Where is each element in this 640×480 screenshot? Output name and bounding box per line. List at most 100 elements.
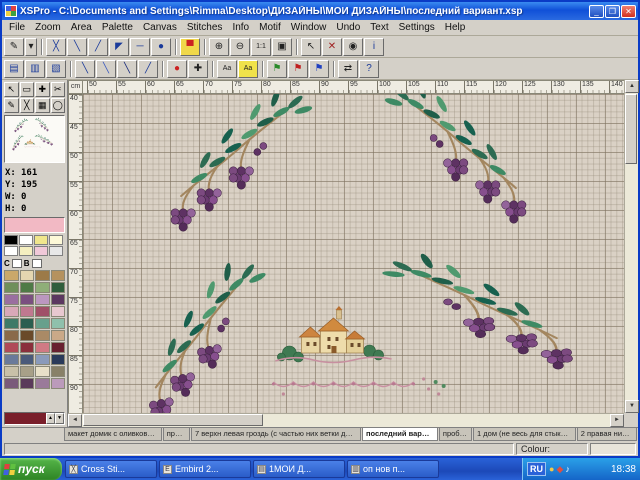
pattern-tab-6[interactable]: 1 дом (не весь для стыковки) — [473, 428, 576, 441]
cut-tool[interactable]: ✂ — [51, 82, 66, 97]
horizontal-scroll-thumb[interactable] — [83, 414, 263, 426]
palette-swatch[interactable] — [51, 354, 66, 365]
palette-swatch[interactable] — [20, 294, 35, 305]
palette-swatch[interactable] — [35, 306, 50, 317]
palette-swatch[interactable] — [49, 246, 63, 256]
full-stitch-tool[interactable]: ╳ — [46, 38, 66, 56]
minimize-button[interactable]: _ — [589, 5, 604, 18]
motif-mirror[interactable]: ▧ — [46, 60, 66, 78]
palette-swatch[interactable] — [35, 354, 50, 365]
delete-tool[interactable]: ✕ — [322, 38, 342, 56]
palette-swatch[interactable] — [20, 318, 35, 329]
language-indicator[interactable]: RU — [527, 462, 546, 476]
thread-style-1[interactable]: ╲ — [75, 60, 95, 78]
palette-swatch[interactable] — [20, 378, 35, 389]
menu-file[interactable]: File — [4, 21, 30, 34]
palette-swatch[interactable] — [35, 282, 50, 293]
palette-swatch[interactable] — [4, 330, 19, 341]
menu-info[interactable]: Info — [227, 21, 254, 34]
palette-swatch[interactable] — [4, 270, 19, 281]
quarter-stitch-tool[interactable]: ╱ — [88, 38, 108, 56]
palette-swatch[interactable] — [19, 235, 33, 245]
taskbar-task[interactable]: ▤1МОИ Д... — [253, 460, 345, 478]
palette-swatch[interactable] — [51, 270, 66, 281]
palette-swatch[interactable] — [4, 318, 19, 329]
french-knot-tool[interactable]: ● — [151, 38, 171, 56]
menu-stitches[interactable]: Stitches — [182, 21, 228, 34]
taskbar-task[interactable]: ▥оп нов п... — [347, 460, 439, 478]
zoom-actual-tool[interactable]: 1:1 — [251, 38, 271, 56]
draw-tool[interactable]: ✎ — [4, 98, 19, 113]
palette-scroll-up[interactable]: ▲ — [46, 413, 55, 424]
pattern-tab-4[interactable]: последний вариант — [362, 428, 438, 441]
help-tool[interactable]: ? — [359, 60, 379, 78]
volume-icon[interactable]: ♪ — [565, 463, 570, 475]
palette-swatch[interactable] — [4, 235, 18, 245]
update-icon[interactable]: ● — [549, 463, 554, 475]
circle-tool[interactable]: ◯ — [51, 98, 66, 113]
palette-swatch[interactable] — [35, 270, 50, 281]
palette-swatch[interactable] — [20, 270, 35, 281]
taskbar-task[interactable]: EEmbird 2... — [159, 460, 251, 478]
thread-colour-swatch[interactable]: ▀ — [180, 38, 200, 56]
text-highlight-tool[interactable]: Aa — [238, 60, 258, 78]
palette-swatch[interactable] — [51, 378, 66, 389]
palette-swatch[interactable] — [20, 354, 35, 365]
vertical-scroll-thumb[interactable] — [625, 94, 637, 164]
c-colour-box[interactable] — [12, 259, 22, 268]
rect-select-tool[interactable]: ▭ — [20, 82, 35, 97]
info-tool[interactable]: i — [364, 38, 384, 56]
menu-settings[interactable]: Settings — [394, 21, 440, 34]
menu-palette[interactable]: Palette — [97, 21, 138, 34]
zoom-fit-tool[interactable]: ▣ — [272, 38, 292, 56]
motif-library[interactable]: ▤ — [4, 60, 24, 78]
palette-swatch[interactable] — [34, 246, 48, 256]
menu-undo[interactable]: Undo — [331, 21, 365, 34]
palette-swatch[interactable] — [20, 306, 35, 317]
palette-swatch[interactable] — [51, 306, 66, 317]
pattern-tab-3[interactable]: 7 верхн левая гроздь (с частью них ветки… — [191, 428, 361, 441]
palette-swatch[interactable] — [4, 246, 18, 256]
flag-red-tool[interactable]: ⚑ — [288, 60, 308, 78]
grid-tool[interactable]: ▦ — [35, 98, 50, 113]
menu-zoom[interactable]: Zoom — [30, 21, 66, 34]
menu-window[interactable]: Window — [286, 21, 332, 34]
palette-swatch[interactable] — [20, 342, 35, 353]
maximize-button[interactable]: ❐ — [605, 5, 620, 18]
pattern-tab-5[interactable]: проба 2 — [439, 428, 472, 441]
current-colour-swatch[interactable] — [5, 413, 46, 424]
text-tool[interactable]: Aa — [217, 60, 237, 78]
antivirus-icon[interactable]: ◆ — [556, 463, 563, 475]
add-stitch-tool[interactable]: ✚ — [35, 82, 50, 97]
view-toggle[interactable]: ◉ — [343, 38, 363, 56]
palette-swatch[interactable] — [4, 306, 19, 317]
motif-save[interactable]: ▥ — [25, 60, 45, 78]
palette-swatch[interactable] — [51, 318, 66, 329]
pattern-tab-2[interactable]: проба — [163, 428, 190, 441]
palette-colour-dot[interactable]: ● — [167, 60, 187, 78]
palette-swatch[interactable] — [19, 246, 33, 256]
palette-swatch[interactable] — [35, 294, 50, 305]
palette-swatch[interactable] — [51, 282, 66, 293]
scroll-down-arrow[interactable]: ▼ — [625, 400, 639, 413]
palette-swatch[interactable] — [35, 378, 50, 389]
select-arrow-tool[interactable]: ↖ — [4, 82, 19, 97]
palette-swatch[interactable] — [49, 235, 63, 245]
palette-swatch[interactable] — [35, 318, 50, 329]
palette-swatch[interactable] — [4, 366, 19, 377]
title-bar[interactable]: XSPro - C:\Documents and Settings\Rimma\… — [2, 2, 638, 20]
pencil-tool[interactable]: ✎ — [4, 38, 24, 56]
scroll-up-arrow[interactable]: ▲ — [625, 80, 639, 93]
stitch-canvas[interactable] — [83, 94, 624, 413]
menu-area[interactable]: Area — [66, 21, 97, 34]
zoom-in-tool[interactable]: ⊕ — [209, 38, 229, 56]
add-colour[interactable]: ✚ — [188, 60, 208, 78]
backstitch-tool[interactable]: ─ — [130, 38, 150, 56]
menu-canvas[interactable]: Canvas — [138, 21, 182, 34]
close-button[interactable]: ✕ — [621, 5, 636, 18]
thread-style-4[interactable]: ╱ — [138, 60, 158, 78]
thread-style-2[interactable]: ╲ — [96, 60, 116, 78]
menu-motif[interactable]: Motif — [254, 21, 286, 34]
three-quarter-stitch-tool[interactable]: ◤ — [109, 38, 129, 56]
palette-swatch[interactable] — [4, 282, 19, 293]
